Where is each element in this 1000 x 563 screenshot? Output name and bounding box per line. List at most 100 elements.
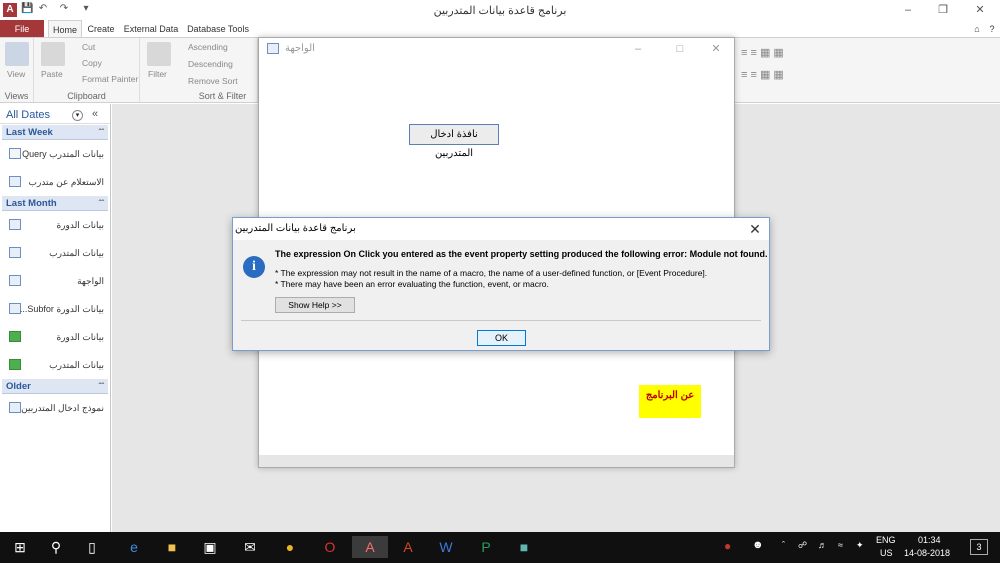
text-formatting-group: ≡ ≡ ▦ ▦ ≡ ≡ ▦ ▦: [735, 38, 845, 102]
section-last-week[interactable]: Last Week ˆˆ: [2, 125, 108, 140]
word-icon[interactable]: W: [434, 536, 458, 558]
format-painter-button[interactable]: Format Painter: [82, 74, 138, 84]
about-program-button[interactable]: عن البرنامج: [639, 385, 701, 418]
nav-item-report[interactable]: بيانات المتدرب: [6, 358, 110, 374]
form-footer: [259, 455, 734, 467]
nav-item-table[interactable]: بيانات المتدرب: [6, 246, 110, 262]
table-icon: [9, 247, 21, 258]
notes-app-icon[interactable]: ■: [512, 536, 536, 558]
paste-button[interactable]: Paste: [41, 69, 63, 79]
people-icon[interactable]: ☻: [752, 539, 764, 551]
view-icon[interactable]: [5, 42, 29, 66]
view-button[interactable]: View: [7, 69, 25, 79]
form-maximize-button[interactable]: □: [665, 41, 695, 57]
input-region[interactable]: US: [880, 548, 893, 558]
network-icon[interactable]: ☍: [798, 540, 807, 551]
align-icons[interactable]: ≡ ≡ ▦ ▦: [741, 46, 784, 59]
clipboard-group: Paste Cut Copy Format Painter Clipboard: [34, 38, 140, 102]
show-help-button[interactable]: Show Help >>: [275, 297, 355, 313]
search-icon[interactable]: ⚲: [44, 536, 68, 558]
clipboard-group-label: Clipboard: [67, 91, 106, 101]
form-icon: [9, 275, 21, 286]
ok-button[interactable]: OK: [477, 330, 526, 346]
trainee-entry-button[interactable]: نافذة ادخال المتدربين: [409, 124, 499, 159]
chevron-up-icon: ˆˆ: [98, 199, 104, 208]
filter-button[interactable]: Filter: [148, 69, 167, 79]
views-group-label: Views: [4, 91, 29, 101]
collapse-nav-icon[interactable]: «: [92, 108, 98, 120]
views-group: View Views: [0, 38, 34, 102]
start-button-icon[interactable]: ⊞: [8, 536, 32, 558]
access-red-icon[interactable]: A: [396, 536, 420, 558]
ascending-button[interactable]: Ascending: [188, 42, 228, 52]
taskbar: ⊞ ⚲ ▯ e ■ ▣ ✉ ● O A A W P ■ ● ☻ ˆ ☍ ♬ ≈ …: [0, 532, 1000, 563]
form-icon: [9, 176, 21, 187]
error-detail-1: * The expression may not result in the n…: [275, 268, 708, 278]
form-icon: [267, 43, 279, 54]
chevron-up-icon: ˆˆ: [98, 382, 104, 391]
tray-chevron-icon[interactable]: ˆ: [782, 540, 785, 550]
nav-dropdown-icon[interactable]: ▾: [72, 110, 83, 121]
dialog-separator: [241, 320, 761, 321]
error-dialog: برنامج قاعدة بيانات المتدربين ✕ i The ex…: [232, 217, 770, 351]
opera-icon[interactable]: O: [318, 536, 342, 558]
report-icon: [9, 331, 21, 342]
copy-button[interactable]: Copy: [82, 58, 102, 68]
clock-time[interactable]: 01:34: [918, 535, 941, 545]
notification-center-icon[interactable]: 3: [970, 539, 988, 555]
nav-item-table[interactable]: بيانات الدورة: [6, 218, 110, 234]
nav-item-form[interactable]: الواجهة: [6, 274, 110, 290]
help-question-icon[interactable]: ?: [985, 20, 999, 38]
input-language[interactable]: ENG: [876, 535, 896, 545]
form-close-button[interactable]: ✕: [701, 41, 731, 57]
tab-create[interactable]: Create: [86, 20, 116, 38]
chevron-up-icon: ˆˆ: [98, 128, 104, 137]
mail-icon[interactable]: ✉: [238, 536, 262, 558]
record-icon[interactable]: ●: [724, 539, 731, 553]
nav-item-form[interactable]: الاستعلام عن متدرب: [6, 175, 110, 191]
nav-header-label: All Dates: [6, 109, 51, 121]
dialog-close-button[interactable]: ✕: [745, 220, 765, 238]
store-icon[interactable]: ▣: [198, 536, 222, 558]
tab-external-data[interactable]: External Data: [122, 20, 180, 38]
section-older[interactable]: Older ˆˆ: [2, 379, 108, 394]
nav-item-subform[interactable]: بيانات الدورة Subfor...: [6, 302, 110, 318]
help-icon[interactable]: ⌂: [970, 20, 984, 38]
close-window-button[interactable]: ✕: [965, 2, 995, 18]
tab-database-tools[interactable]: Database Tools: [186, 20, 250, 38]
query-icon: [9, 148, 21, 159]
dropbox-icon[interactable]: ✦: [856, 540, 864, 551]
navigation-pane: All Dates ▾ « Last Week ˆˆ بيانات المتدرب…: [0, 104, 111, 532]
descending-button[interactable]: Descending: [188, 59, 233, 69]
clock-date[interactable]: 14-08-2018: [904, 548, 950, 558]
volume-icon[interactable]: ♬: [818, 540, 827, 550]
nav-item-query[interactable]: بيانات المتدرب Query: [6, 147, 110, 163]
nav-header[interactable]: All Dates ▾ «: [0, 106, 110, 124]
table-icon: [9, 219, 21, 230]
form-icon: [9, 402, 21, 413]
nav-item-report[interactable]: بيانات الدورة: [6, 330, 110, 346]
paste-icon[interactable]: [41, 42, 65, 66]
cut-button[interactable]: Cut: [82, 42, 95, 52]
form-title-bar: الواجهة – □ ✕: [259, 38, 734, 60]
gridlines-icons[interactable]: ≡ ≡ ▦ ▦: [741, 68, 784, 81]
publisher-icon[interactable]: P: [474, 536, 498, 558]
chrome-icon[interactable]: ●: [278, 536, 302, 558]
task-view-icon[interactable]: ▯: [80, 536, 104, 558]
sort-filter-group: Filter Ascending Descending Remove Sort …: [140, 38, 258, 102]
edge-browser-icon[interactable]: e: [122, 536, 146, 558]
restore-button[interactable]: ❐: [928, 2, 958, 18]
form-minimize-button[interactable]: –: [623, 41, 653, 57]
tab-file[interactable]: File: [0, 20, 44, 38]
filter-icon[interactable]: [147, 42, 171, 66]
file-explorer-icon[interactable]: ■: [160, 536, 184, 558]
error-message: The expression On Click you entered as t…: [275, 249, 768, 259]
tab-home[interactable]: Home: [48, 20, 82, 38]
error-detail-2: * There may have been an error evaluatin…: [275, 279, 549, 289]
wifi-icon[interactable]: ≈: [838, 540, 843, 550]
nav-item-form[interactable]: نموذج ادخال المتدربين: [6, 401, 110, 417]
section-last-month[interactable]: Last Month ˆˆ: [2, 196, 108, 211]
access-taskbar-icon[interactable]: A: [352, 536, 388, 558]
remove-sort-button[interactable]: Remove Sort: [188, 76, 238, 86]
minimize-button[interactable]: –: [893, 2, 923, 18]
